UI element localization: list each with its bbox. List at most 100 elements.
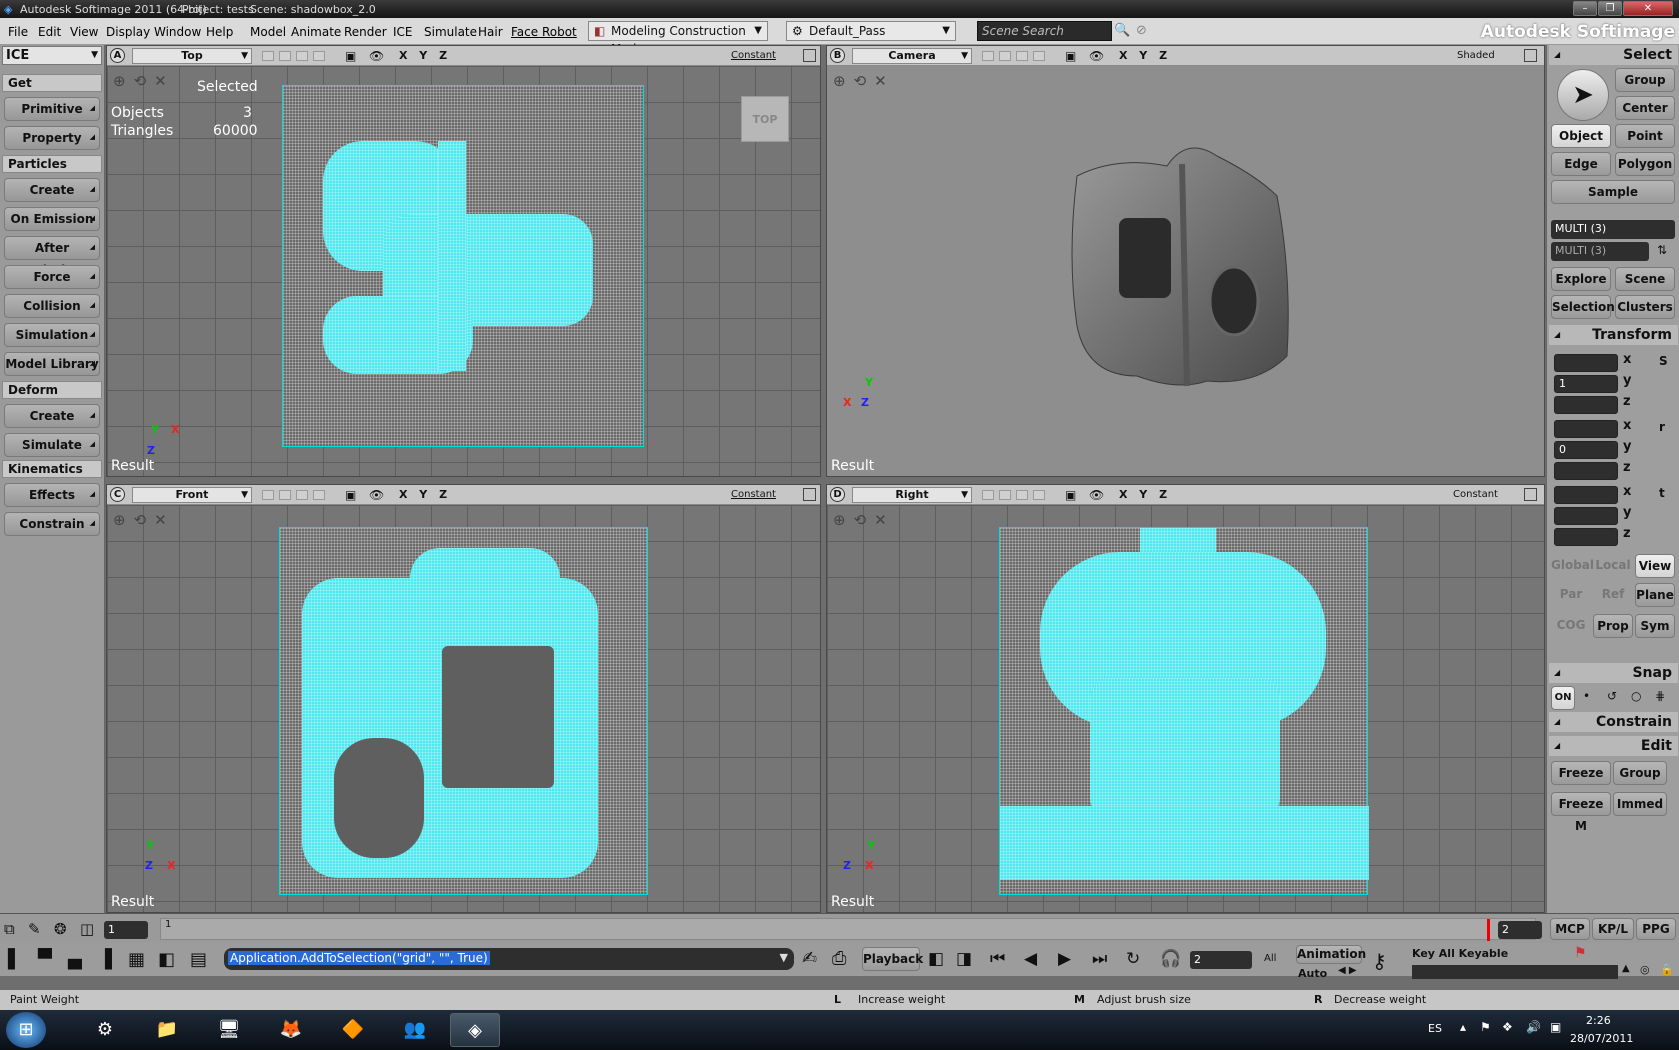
snap-header[interactable]: ◢ Snap bbox=[1549, 663, 1678, 683]
constrain-header[interactable]: ◢ Constrain bbox=[1549, 712, 1678, 732]
xyz-toggles[interactable]: X Y Z bbox=[1119, 49, 1171, 62]
display-mode[interactable]: Constant bbox=[731, 50, 776, 61]
viewport-letter[interactable]: C bbox=[110, 487, 125, 502]
key-icon[interactable]: ⚷ bbox=[1372, 949, 1387, 973]
menu-simulate[interactable]: Simulate bbox=[424, 25, 477, 39]
last-frame-icon[interactable]: ⏭ bbox=[1092, 949, 1107, 969]
kpl-tab[interactable]: KP/L bbox=[1592, 918, 1634, 940]
plane-button[interactable]: Plane bbox=[1635, 583, 1675, 607]
section-deform[interactable]: Deform bbox=[2, 381, 102, 399]
minimize-button[interactable]: – bbox=[1573, 1, 1597, 16]
current-frame-field[interactable]: 2 bbox=[1190, 951, 1252, 969]
viewport-top[interactable]: A Top ▼ ▣ 👁 X Y Z Constant ⊕⟲✕ Selected O… bbox=[106, 45, 821, 477]
mode-dropdown[interactable]: ◧ Modeling Construction Mode▼ bbox=[588, 21, 768, 56]
ref-button[interactable]: Ref bbox=[1593, 583, 1633, 607]
polygon-button[interactable]: Polygon bbox=[1615, 152, 1675, 176]
volume-icon[interactable]: 🔊 bbox=[1526, 1020, 1541, 1034]
eye-icon[interactable]: 👁 bbox=[1089, 49, 1104, 63]
playhead[interactable] bbox=[1487, 919, 1490, 941]
rot-y-field[interactable]: 0 bbox=[1554, 441, 1618, 459]
cog-button[interactable]: COG bbox=[1551, 614, 1591, 638]
menu-model[interactable]: Model bbox=[250, 25, 286, 39]
maximize-viewport-icon[interactable] bbox=[1524, 488, 1537, 501]
select-header[interactable]: ◢ Select bbox=[1549, 45, 1678, 65]
memo-cam-4[interactable] bbox=[313, 490, 325, 500]
local-button[interactable]: Local bbox=[1593, 554, 1633, 578]
menu-edit[interactable]: Edit bbox=[38, 25, 61, 39]
playback-button[interactable]: Playback bbox=[862, 947, 923, 971]
viewport-nav-tools[interactable]: ⊕⟲✕ bbox=[833, 72, 895, 90]
viewport-letter[interactable]: B bbox=[830, 48, 845, 63]
next-key-icon[interactable]: ◨ bbox=[956, 949, 972, 969]
section-get[interactable]: Get bbox=[2, 74, 102, 92]
memo-cam-2[interactable] bbox=[999, 490, 1011, 500]
menu-ice[interactable]: ICE bbox=[393, 25, 413, 39]
taskbar-app-icon[interactable]: ⚙ bbox=[80, 1013, 130, 1047]
view-dropdown[interactable]: Front ▼ bbox=[132, 487, 252, 503]
group-button[interactable]: Group bbox=[1615, 68, 1675, 92]
select-arrow-icon[interactable]: ➤ bbox=[1557, 69, 1609, 121]
rot-x-field[interactable] bbox=[1554, 420, 1618, 438]
timeline-track[interactable]: 1 bbox=[160, 918, 1536, 941]
key-set-field[interactable] bbox=[1412, 965, 1618, 979]
dropbox-icon[interactable]: ❖ bbox=[1502, 1020, 1513, 1034]
edit-header[interactable]: ◢ Edit bbox=[1549, 736, 1678, 756]
vlc-icon[interactable]: 🔶 bbox=[328, 1013, 378, 1047]
immed-button[interactable]: Immed bbox=[1613, 792, 1667, 816]
selection-field-2[interactable]: MULTI (3) bbox=[1551, 242, 1649, 261]
memo-cam-3[interactable] bbox=[296, 51, 308, 61]
viewport-nav-tools[interactable]: ⊕⟲✕ bbox=[833, 511, 895, 529]
pass-dropdown[interactable]: ⚙ Default_Pass ▼ bbox=[786, 21, 956, 41]
key-all-keyable[interactable]: Key All Keyable bbox=[1412, 947, 1508, 960]
menu-hair[interactable]: Hair bbox=[478, 25, 503, 39]
auto-key-button[interactable]: Auto bbox=[1298, 967, 1327, 980]
chevron-up-icon[interactable]: ▲ bbox=[1622, 963, 1630, 974]
split-icon[interactable]: ◫ bbox=[80, 920, 94, 938]
rot-z-field[interactable] bbox=[1554, 462, 1618, 480]
memo-cam-3[interactable] bbox=[296, 490, 308, 500]
firefox-icon[interactable]: 🦊 bbox=[266, 1013, 316, 1047]
scale-z-field[interactable] bbox=[1554, 396, 1618, 414]
search-icon[interactable]: 🔍 bbox=[1114, 23, 1130, 38]
sculpted-mesh[interactable] bbox=[1057, 136, 1317, 406]
brush-icon[interactable]: ✎ bbox=[28, 920, 41, 938]
arrow-icon[interactable]: ⇅ bbox=[1657, 243, 1667, 257]
transform-header[interactable]: ◢ Transform bbox=[1549, 325, 1678, 345]
trans-z-field[interactable] bbox=[1554, 528, 1618, 546]
force-button[interactable]: Force ◢ bbox=[4, 265, 100, 289]
object-button[interactable]: Object bbox=[1551, 124, 1611, 148]
memo-cam-1[interactable] bbox=[982, 490, 994, 500]
memo-cam-3[interactable] bbox=[1016, 51, 1028, 61]
lock-icon[interactable]: ⎙ bbox=[832, 948, 846, 969]
xyz-toggles[interactable]: X Y Z bbox=[399, 49, 451, 62]
network-icon[interactable]: ▣ bbox=[1550, 1020, 1561, 1034]
eye-icon[interactable]: 👁 bbox=[369, 488, 384, 502]
snap-curve-icon[interactable]: ↺ bbox=[1607, 689, 1617, 703]
camera-icon[interactable]: ▣ bbox=[345, 488, 356, 502]
snap-on-button[interactable]: ON bbox=[1551, 686, 1575, 710]
explore-button[interactable]: Explore bbox=[1551, 267, 1611, 291]
particles-create-button[interactable]: Create ◢ bbox=[4, 178, 100, 202]
scale-icon[interactable]: S bbox=[1659, 354, 1668, 368]
display-mode[interactable]: Constant bbox=[1453, 489, 1498, 500]
start-frame-field[interactable]: 1 bbox=[104, 921, 148, 939]
camera-icon[interactable]: ▣ bbox=[1065, 488, 1076, 502]
selection-button[interactable]: Selection bbox=[1551, 295, 1615, 319]
menu-view[interactable]: View bbox=[70, 25, 98, 39]
selection-field[interactable]: MULTI (3) bbox=[1551, 220, 1675, 239]
layout-custom-icon[interactable]: ▤ bbox=[190, 949, 207, 970]
tray-up-icon[interactable]: ▴ bbox=[1460, 1020, 1466, 1034]
trans-y-field[interactable] bbox=[1554, 507, 1618, 525]
eye-icon[interactable]: 👁 bbox=[1089, 488, 1104, 502]
menu-animate[interactable]: Animate bbox=[291, 25, 341, 39]
memo-cam-4[interactable] bbox=[1033, 490, 1045, 500]
maximize-viewport-icon[interactable] bbox=[1524, 49, 1537, 62]
menu-file[interactable]: File bbox=[8, 25, 28, 39]
primitive-button[interactable]: Primitive ◢ bbox=[4, 97, 100, 121]
command-line-input[interactable]: Application.AddToSelection("grid", "", T… bbox=[224, 948, 794, 970]
center-button[interactable]: Center bbox=[1615, 96, 1675, 120]
viewport-right[interactable]: D Right ▼ ▣ 👁 X Y Z Constant ⊕⟲✕ Y Z X Re… bbox=[826, 484, 1545, 913]
close-button[interactable]: ✕ bbox=[1623, 1, 1673, 16]
module-selector[interactable]: ICE ▼ bbox=[2, 46, 102, 65]
maximize-button[interactable]: ❐ bbox=[1598, 1, 1622, 16]
